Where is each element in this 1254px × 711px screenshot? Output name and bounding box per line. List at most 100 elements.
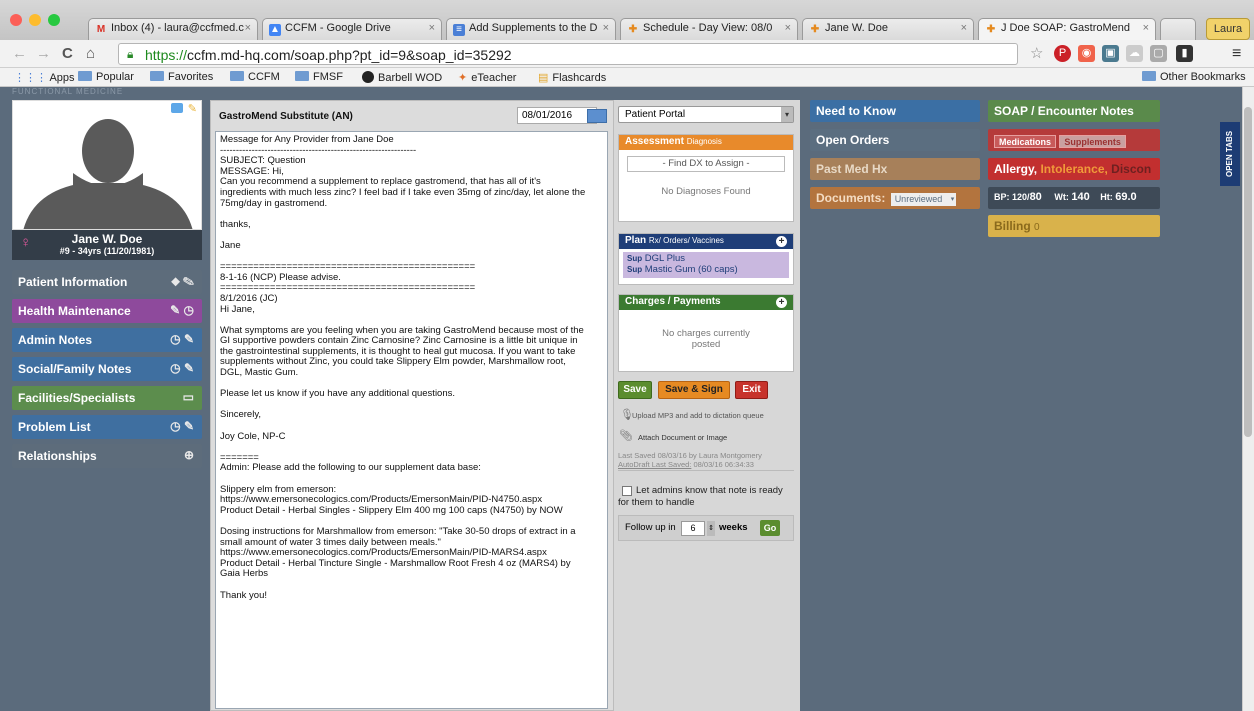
supplements-tab[interactable]: Supplements [1059, 135, 1126, 148]
doc-icon: ≡ [453, 24, 465, 36]
plan-item[interactable]: Sup Mastic Gum (60 caps) [627, 264, 785, 275]
ht-label: Ht: [1100, 192, 1113, 202]
bookmark-favorites[interactable]: Favorites [150, 71, 213, 83]
bookmark-apps[interactable]: ⋮⋮⋮ Apps [14, 71, 75, 84]
bookmark-icon[interactable]: ▮ [1176, 45, 1193, 62]
add-icon[interactable]: ⊕ [184, 448, 194, 462]
address-bar[interactable]: 🔒︎ https://ccfm.md-hq.com/soap.php?pt_id… [118, 43, 1018, 65]
note-line: ========================================… [220, 282, 476, 294]
nav-admin-notes[interactable]: Admin Notes ◷ ✎ [12, 328, 202, 352]
extension-icon[interactable]: ◉ [1078, 45, 1095, 62]
add-plan-icon[interactable]: + [776, 236, 787, 247]
nav-label: Relationships [18, 449, 97, 463]
meds-panel: Medications Supplements [988, 129, 1160, 151]
new-tab-button[interactable] [1160, 18, 1196, 40]
close-window-icon[interactable] [10, 14, 22, 26]
vitals-panel[interactable]: BP: 120/80 Wt: 140 Ht: 69.0 [988, 187, 1160, 209]
portal-select[interactable]: Patient Portal ▾ [618, 106, 794, 123]
nav-relationships[interactable]: Relationships ⊕ [12, 444, 202, 468]
save-button[interactable]: Save [618, 381, 652, 399]
plan-item[interactable]: Sup DGL Plus [627, 253, 785, 264]
browser-tab-schedule[interactable]: ✚ Schedule - Day View: 08/0 × [620, 18, 798, 40]
plan-box: Plan Rx/ Orders/ Vaccines + Sup DGL Plus… [618, 233, 794, 285]
paperclip-icon[interactable]: 📎︎ [619, 429, 633, 442]
plan-item-tag: Sup [627, 265, 643, 274]
close-tab-icon[interactable]: × [429, 22, 435, 34]
bookmark-popular[interactable]: Popular [78, 71, 134, 83]
browser-tab-soap[interactable]: ✚ J Doe SOAP: GastroMend × [978, 18, 1156, 40]
profile-badge[interactable]: Laura [1206, 18, 1250, 40]
stepper-icon[interactable]: ⇕ [707, 521, 715, 536]
menu-icon[interactable]: ≡ [1232, 45, 1241, 63]
close-tab-icon[interactable]: × [961, 22, 967, 34]
calendar-icon[interactable] [587, 109, 607, 123]
find-dx-input[interactable]: - Find DX to Assign - [627, 156, 785, 172]
documents-panel[interactable]: Documents: Unreviewed ▾ [810, 187, 980, 209]
star-icon[interactable]: ☆ [1030, 45, 1043, 63]
browser-tab-drive[interactable]: ▲ CCFM - Google Drive × [262, 18, 442, 40]
exit-button[interactable]: Exit [735, 381, 768, 399]
close-tab-icon[interactable]: × [603, 22, 609, 34]
close-tab-icon[interactable]: × [245, 22, 251, 34]
billing-panel[interactable]: Billing 0 [988, 215, 1160, 237]
history-edit-icons[interactable]: ◷ ✎ [170, 419, 194, 433]
nav-problem-list[interactable]: Problem List ◷ ✎ [12, 415, 202, 439]
apps-grid-icon: ⋮⋮⋮ [14, 72, 50, 84]
screenshot-icon[interactable]: ▣ [1102, 45, 1119, 62]
close-tab-icon[interactable]: × [785, 22, 791, 34]
nav-facilities-specialists[interactable]: Facilities/Specialists ▭ [12, 386, 202, 410]
need-to-know-panel[interactable]: Need to Know [810, 100, 980, 122]
documents-filter-select[interactable]: Unreviewed ▾ [890, 193, 957, 206]
nav-health-maintenance[interactable]: Health Maintenance ✎ ◷ [12, 299, 202, 323]
bookmark-eteacher[interactable]: ✦ eTeacher [458, 71, 516, 84]
allergy-panel[interactable]: Allergy, Intolerance, Discon [988, 158, 1160, 180]
cloud-icon[interactable]: ☁ [1126, 45, 1143, 62]
past-med-hx-panel[interactable]: Past Med Hx [810, 158, 980, 180]
maximize-window-icon[interactable] [48, 14, 60, 26]
note-textarea[interactable]: Message for Any Provider from Jane Doe --… [215, 131, 608, 709]
bookmark-fmsf[interactable]: FMSF [295, 71, 343, 83]
browser-tab-supplements[interactable]: ≡ Add Supplements to the D × [446, 18, 616, 40]
bookmark-label: CCFM [248, 71, 280, 83]
history-edit-icons[interactable]: ◷ ✎ [170, 361, 194, 375]
page-scrollbar[interactable] [1242, 87, 1254, 711]
note-date-field[interactable]: 08/01/2016 [517, 107, 597, 124]
tag-edit-icons[interactable]: ⬥ ✎ [171, 274, 194, 289]
browser-tab-inbox[interactable]: M Inbox (4) - laura@ccfmed.c × [88, 18, 258, 40]
browser-tab-patient[interactable]: ✚ Jane W. Doe × [802, 18, 974, 40]
history-edit-icons[interactable]: ◷ ✎ [170, 332, 194, 346]
close-tab-icon[interactable]: × [1143, 22, 1149, 34]
add-charge-icon[interactable]: + [776, 297, 787, 308]
nav-social-family-notes[interactable]: Social/Family Notes ◷ ✎ [12, 357, 202, 381]
bookmark-flashcards[interactable]: ▤ Flashcards [538, 71, 606, 84]
followup-weeks-input[interactable]: 6 [681, 521, 705, 536]
edit-history-icons[interactable]: ✎ ◷ [170, 303, 194, 317]
soap-notes-panel[interactable]: SOAP / Encounter Notes [988, 100, 1160, 122]
medications-tab[interactable]: Medications [994, 135, 1057, 148]
upload-mp3-link[interactable]: Upload MP3 and add to dictation queue [632, 411, 764, 420]
bookmark-barbell[interactable]: Barbell WOD [362, 71, 442, 84]
followup-go-button[interactable]: Go [760, 520, 780, 536]
edit-photo-icon[interactable]: ✎ [188, 102, 197, 115]
pinterest-icon[interactable]: P [1054, 45, 1071, 62]
open-orders-panel[interactable]: Open Orders [810, 129, 980, 151]
attach-document-link[interactable]: Attach Document or Image [638, 433, 727, 442]
bookmark-other[interactable]: Other Bookmarks [1142, 71, 1246, 83]
charges-header: Charges / Payments + [619, 295, 793, 310]
forward-icon[interactable]: → [36, 45, 51, 63]
assessment-header: Assessment Diagnosis [619, 135, 793, 150]
note-line: Thank you! [220, 589, 267, 601]
reload-icon[interactable]: C [62, 45, 73, 63]
back-icon[interactable]: ← [12, 45, 27, 63]
window-icon[interactable]: ▭ [183, 390, 194, 404]
window-icon[interactable]: ▢ [1150, 45, 1167, 62]
comment-icon[interactable] [171, 103, 183, 113]
scrollbar-thumb[interactable] [1244, 107, 1252, 437]
open-tabs-button[interactable]: OPEN TABS [1220, 122, 1240, 186]
plan-item-label: DGL Plus [644, 253, 686, 264]
minimize-window-icon[interactable] [29, 14, 41, 26]
save-sign-button[interactable]: Save & Sign [658, 381, 730, 399]
bookmark-ccfm[interactable]: CCFM [230, 71, 280, 83]
nav-patient-information[interactable]: Patient Information ⬥ ✎ [12, 270, 202, 294]
home-icon[interactable]: ⌂ [86, 45, 95, 63]
